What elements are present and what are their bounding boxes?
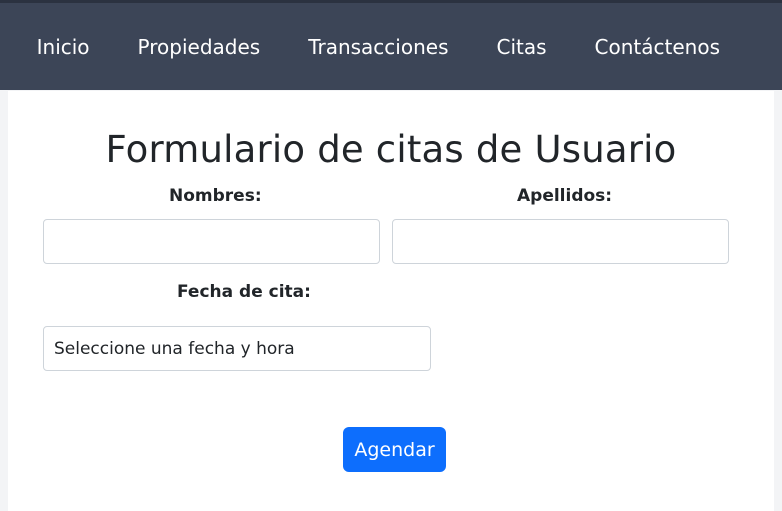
last-name-input[interactable]	[392, 219, 729, 264]
first-name-label: Nombres:	[169, 186, 262, 206]
schedule-button[interactable]: Agendar	[343, 427, 446, 472]
nav-link-contactenos[interactable]: Contáctenos	[595, 37, 720, 57]
form-title: Formulario de citas de Usuario	[105, 128, 677, 171]
nav-link-citas[interactable]: Citas	[497, 37, 547, 57]
appointment-datetime-input[interactable]	[43, 326, 431, 371]
nav-link-inicio[interactable]: Inicio	[37, 37, 90, 57]
first-name-input[interactable]	[43, 219, 380, 264]
top-navbar: Inicio Propiedades Transacciones Citas C…	[0, 3, 782, 90]
last-name-label: Apellidos:	[517, 186, 613, 206]
nav-link-transacciones[interactable]: Transacciones	[308, 37, 448, 57]
appointment-date-label: Fecha de cita:	[177, 282, 311, 302]
nav-link-propiedades[interactable]: Propiedades	[138, 37, 261, 57]
